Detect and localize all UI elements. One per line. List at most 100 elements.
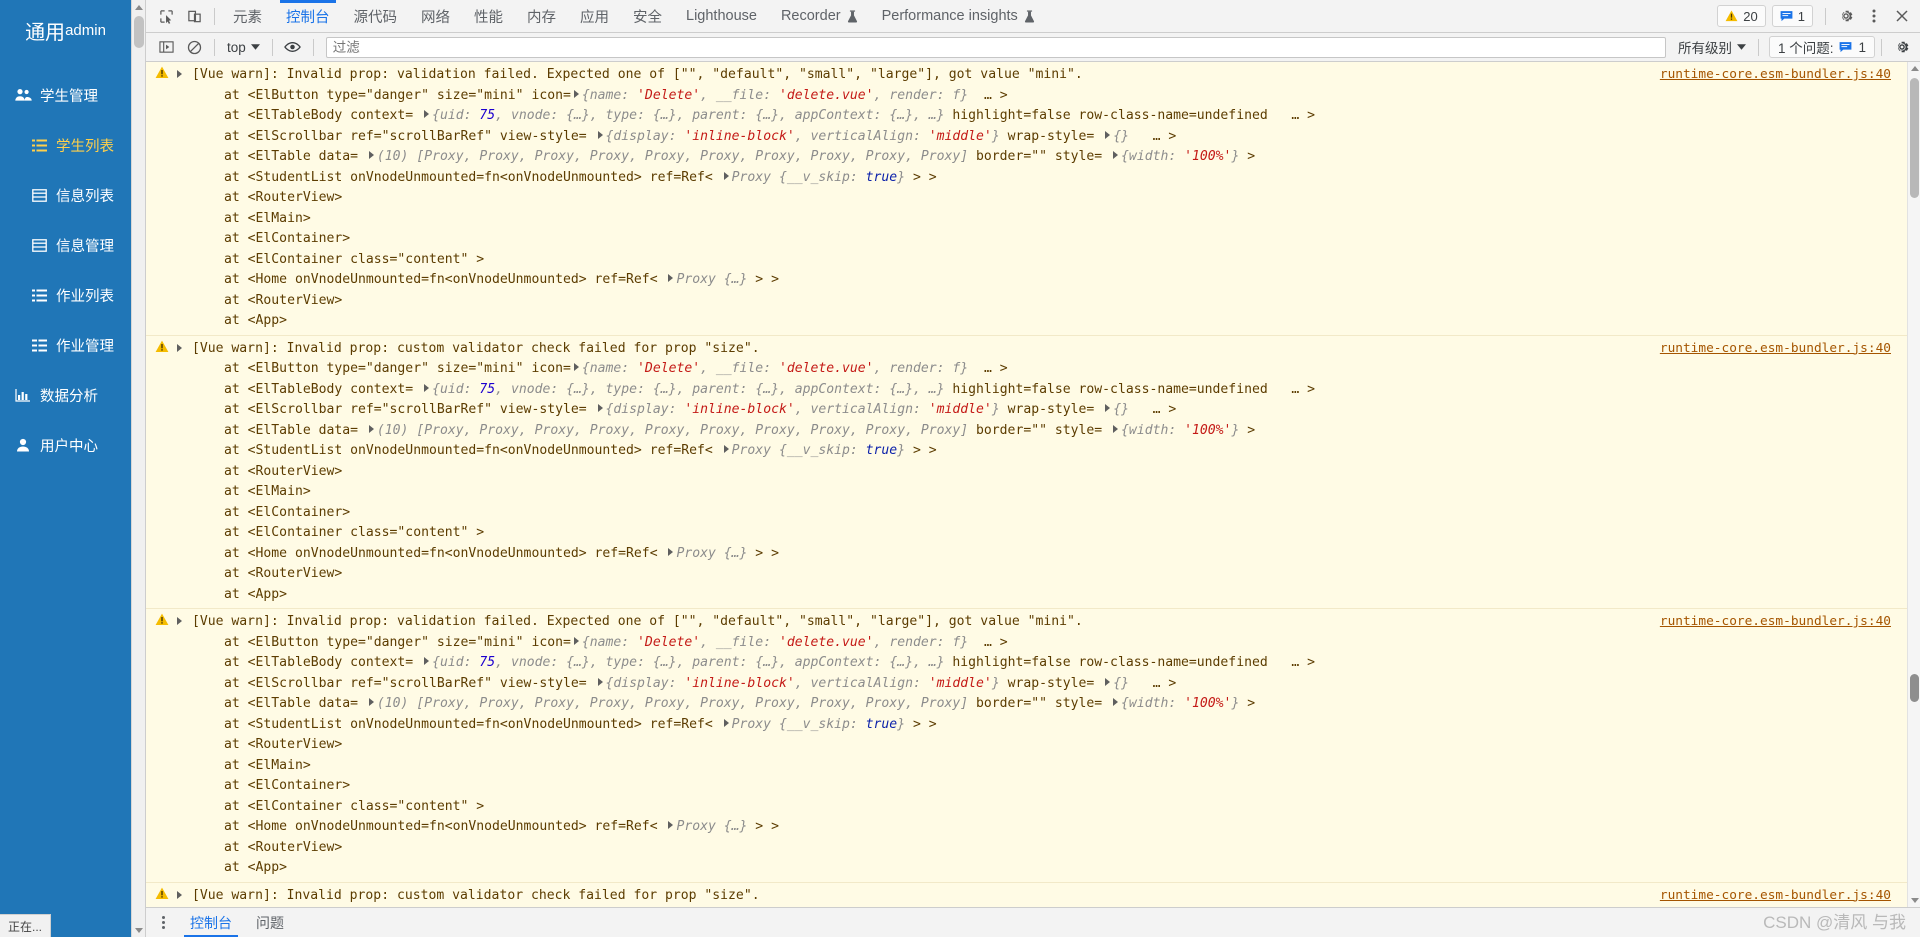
tab-控制台[interactable]: 控制台 [274, 0, 342, 33]
tab-performance-insights[interactable]: Performance insights [870, 0, 1047, 33]
more-options-icon[interactable] [1860, 3, 1888, 29]
source-file-link[interactable]: runtime-core.esm-bundler.js:40 [1660, 886, 1891, 907]
expand-triangle-icon[interactable] [177, 343, 188, 352]
token: 'inline-block' [684, 675, 795, 691]
brand-cn: 通用 [25, 21, 66, 44]
expand-triangle-icon[interactable] [723, 171, 729, 180]
expand-triangle-icon[interactable] [597, 677, 603, 686]
page-scroll-down-arrow[interactable] [132, 923, 146, 937]
expand-triangle-icon[interactable] [1105, 677, 1111, 686]
expand-triangle-icon[interactable] [723, 718, 729, 727]
sidebar-item-data-analysis[interactable]: 数据分析 [0, 370, 131, 420]
expand-triangle-icon[interactable] [1105, 404, 1111, 412]
log-level-selector[interactable]: 所有级别 [1672, 36, 1752, 58]
expand-triangle-icon[interactable] [424, 383, 430, 392]
drawer-tab-1[interactable]: 问题 [244, 908, 296, 937]
source-file-link[interactable]: runtime-core.esm-bundler.js:40 [1660, 339, 1891, 360]
issues-badge[interactable]: 1 个问题: 1 [1768, 36, 1875, 58]
console-warning-message[interactable]: [Vue warn]: Invalid prop: custom validat… [146, 335, 1907, 609]
message-count-badge[interactable]: 1 [1771, 5, 1813, 27]
sidebar-group-student-management[interactable]: 学生管理 [0, 70, 131, 120]
expand-triangle-icon[interactable] [1113, 698, 1119, 706]
sidebar-item-user-center[interactable]: 用户中心 [0, 420, 131, 470]
expand-triangle-icon[interactable] [597, 404, 603, 412]
tab-源代码[interactable]: 源代码 [342, 0, 410, 33]
expand-triangle-icon[interactable] [668, 547, 674, 556]
expand-triangle-icon[interactable] [723, 445, 729, 453]
experiment-flask-icon [1024, 9, 1035, 23]
expand-triangle-icon[interactable] [668, 274, 674, 282]
console-stack-line: at <ElContainer class="content" > [192, 797, 1907, 818]
console-sidebar-toggle-icon[interactable] [152, 34, 180, 60]
console-settings-gear-icon[interactable] [1888, 34, 1916, 60]
tab-性能[interactable]: 性能 [462, 0, 515, 33]
token: 'Delete' [637, 361, 701, 376]
expand-triangle-icon[interactable] [1105, 130, 1111, 139]
sidebar-item-info-management[interactable]: 信息管理 [0, 220, 131, 270]
page-scroll-thumb[interactable] [134, 16, 144, 48]
device-toolbar-icon[interactable] [180, 3, 208, 29]
sidebar-item-homework-list[interactable]: 作业列表 [0, 270, 131, 320]
table-icon [28, 188, 50, 202]
expand-triangle-icon[interactable] [1113, 151, 1119, 159]
console-message-body: [Vue warn]: Invalid prop: validation fai… [192, 612, 1907, 879]
expand-triangle-icon[interactable] [177, 70, 188, 78]
token: {} [1113, 675, 1129, 691]
console-scroll-down-arrow[interactable] [1908, 894, 1920, 907]
tab-内存[interactable]: 内存 [515, 0, 568, 33]
source-file-link[interactable]: runtime-core.esm-bundler.js:40 [1660, 612, 1891, 633]
live-expression-eye-icon[interactable] [279, 34, 307, 60]
tab-网络[interactable]: 网络 [409, 0, 462, 33]
expand-triangle-icon[interactable] [573, 89, 579, 98]
expand-triangle-icon[interactable] [597, 130, 603, 139]
expand-triangle-icon[interactable] [668, 821, 674, 829]
expand-triangle-icon[interactable] [424, 110, 430, 118]
tab-lighthouse[interactable]: Lighthouse [674, 0, 769, 33]
page-scrollbar[interactable] [131, 0, 145, 937]
expand-triangle-icon[interactable] [368, 698, 374, 706]
console-warning-message[interactable]: [Vue warn]: Invalid prop: custom validat… [146, 882, 1907, 908]
tab-元素[interactable]: 元素 [221, 0, 274, 33]
sidebar-item-homework-management[interactable]: 作业管理 [0, 320, 131, 370]
token: at <RouterView> [224, 566, 343, 581]
console-scroll-thumb[interactable] [1910, 78, 1919, 198]
source-file-link[interactable]: runtime-core.esm-bundler.js:40 [1660, 65, 1891, 86]
expand-triangle-icon[interactable] [177, 890, 188, 899]
expand-triangle-icon[interactable] [1113, 424, 1119, 433]
expand-triangle-icon[interactable] [573, 636, 579, 645]
tab-recorder[interactable]: Recorder [769, 0, 870, 33]
drawer-more-options-icon[interactable] [152, 911, 174, 935]
expand-triangle-icon[interactable] [368, 424, 374, 433]
close-icon[interactable] [1888, 3, 1916, 29]
gear-icon[interactable] [1832, 3, 1860, 29]
console-filter-input[interactable] [325, 36, 1666, 58]
page-scroll-up-arrow[interactable] [132, 0, 146, 14]
console-scrollbar[interactable] [1907, 62, 1920, 907]
token: at <App> [224, 313, 288, 328]
warning-count-badge[interactable]: 20 [1717, 5, 1766, 27]
tab-安全[interactable]: 安全 [621, 0, 674, 33]
sidebar-item-student-list[interactable]: 学生列表 [0, 120, 131, 170]
toolbar-divider [214, 7, 215, 25]
tab-应用[interactable]: 应用 [568, 0, 621, 33]
token: {name: [581, 361, 638, 376]
execution-context-selector[interactable]: top [221, 36, 266, 58]
sidebar-item-info-list[interactable]: 信息列表 [0, 170, 131, 220]
expand-triangle-icon[interactable] [368, 151, 374, 159]
console-message-body: [Vue warn]: Invalid prop: custom validat… [192, 886, 1907, 908]
inspect-element-icon[interactable] [152, 3, 180, 29]
drawer-tab-0[interactable]: 控制台 [178, 908, 244, 937]
clear-console-icon[interactable] [180, 34, 208, 60]
console-scroll-up-arrow[interactable] [1908, 62, 1920, 75]
token: > [1239, 149, 1256, 164]
token: 'delete.vue' [778, 634, 874, 650]
console-warning-message[interactable]: [Vue warn]: Invalid prop: validation fai… [146, 62, 1907, 336]
console-warning-message[interactable]: [Vue warn]: Invalid prop: validation fai… [146, 609, 1907, 883]
token: '100%' [1184, 422, 1232, 438]
expand-triangle-icon[interactable] [424, 657, 430, 665]
expand-triangle-icon[interactable] [177, 617, 188, 625]
token: 75 [479, 655, 496, 670]
watermark: CSDN @清风 与我 [1763, 913, 1906, 932]
expand-triangle-icon[interactable] [573, 363, 579, 371]
console-message-text: [Vue warn]: Invalid prop: custom validat… [192, 339, 1907, 360]
